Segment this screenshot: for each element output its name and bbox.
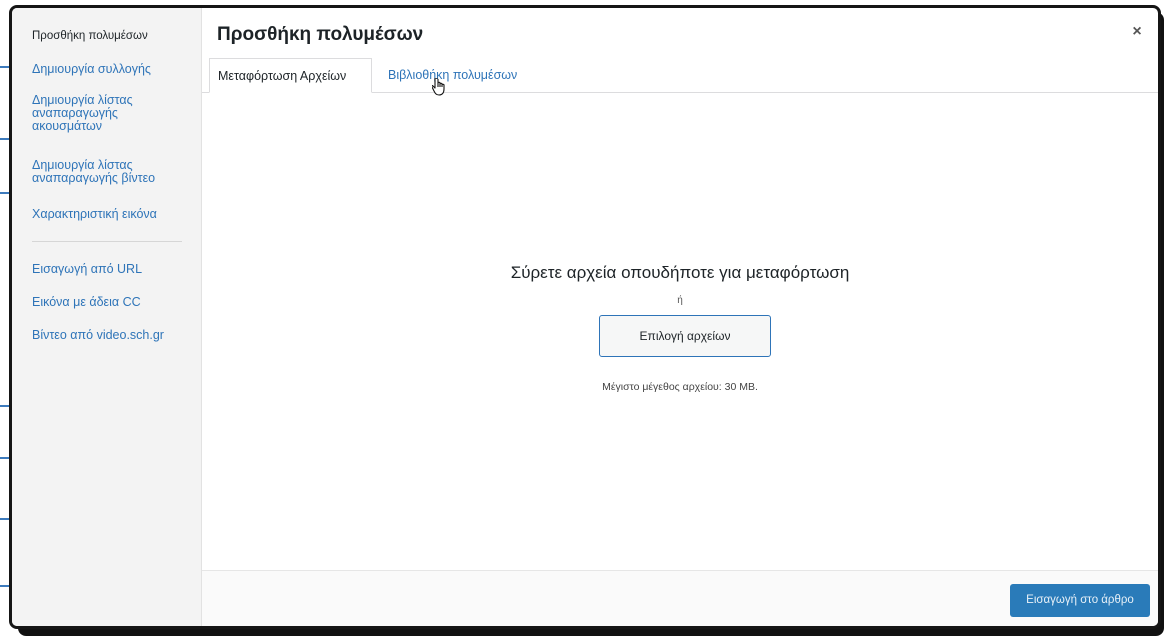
upload-drop-instructions: Σύρετε αρχεία οπουδήποτε για μεταφόρτωση — [510, 263, 850, 282]
sidebar-item-video-sch-gr[interactable]: Βίντεο από video.sch.gr — [32, 329, 192, 342]
insert-into-post-button[interactable]: Εισαγωγή στο άρθρο — [1010, 584, 1150, 617]
sidebar-separator — [32, 241, 182, 242]
sidebar-item-insert-from-url[interactable]: Εισαγωγή από URL — [32, 263, 192, 276]
modal-title: Προσθήκη πολυμέσων — [217, 24, 424, 45]
media-toolbar-footer: Εισαγωγή στο άρθρο — [202, 570, 1158, 626]
tab-upload-files[interactable]: Μεταφόρτωση Αρχείων — [209, 58, 372, 93]
sidebar-item-create-audio-playlist[interactable]: Δημιουργία λίστας αναπαραγωγής ακουσμάτω… — [32, 94, 162, 133]
upload-or-text: ή — [677, 295, 683, 306]
media-modal: Προσθήκη πολυμέσων Δημιουργία συλλογής Δ… — [9, 5, 1161, 629]
sidebar-item-cc-image[interactable]: Εικόνα με άδεια CC — [32, 296, 192, 309]
select-files-button[interactable]: Επιλογή αρχείων — [599, 315, 771, 357]
max-upload-size: Μέγιστο μέγεθος αρχείου: 30 MB. — [602, 381, 758, 393]
hand-cursor-icon — [432, 78, 445, 96]
tab-media-library[interactable]: Βιβλιοθήκη πολυμέσων — [380, 58, 525, 92]
sidebar-item-create-video-playlist[interactable]: Δημιουργία λίστας αναπαραγωγής βίντεο — [32, 159, 172, 185]
media-menu-sidebar: Προσθήκη πολυμέσων Δημιουργία συλλογής Δ… — [12, 8, 202, 626]
close-icon[interactable]: × — [1130, 24, 1144, 40]
sidebar-item-add-media[interactable]: Προσθήκη πολυμέσων — [32, 30, 192, 43]
sidebar-item-featured-image[interactable]: Χαρακτηριστική εικόνα — [32, 208, 192, 221]
media-frame-content: Προσθήκη πολυμέσων × Μεταφόρτωση Αρχείων… — [202, 8, 1158, 626]
media-router-tabs: Μεταφόρτωση Αρχείων Βιβλιοθήκη πολυμέσων — [202, 58, 1158, 93]
sidebar-item-create-gallery[interactable]: Δημιουργία συλλογής — [32, 63, 192, 76]
